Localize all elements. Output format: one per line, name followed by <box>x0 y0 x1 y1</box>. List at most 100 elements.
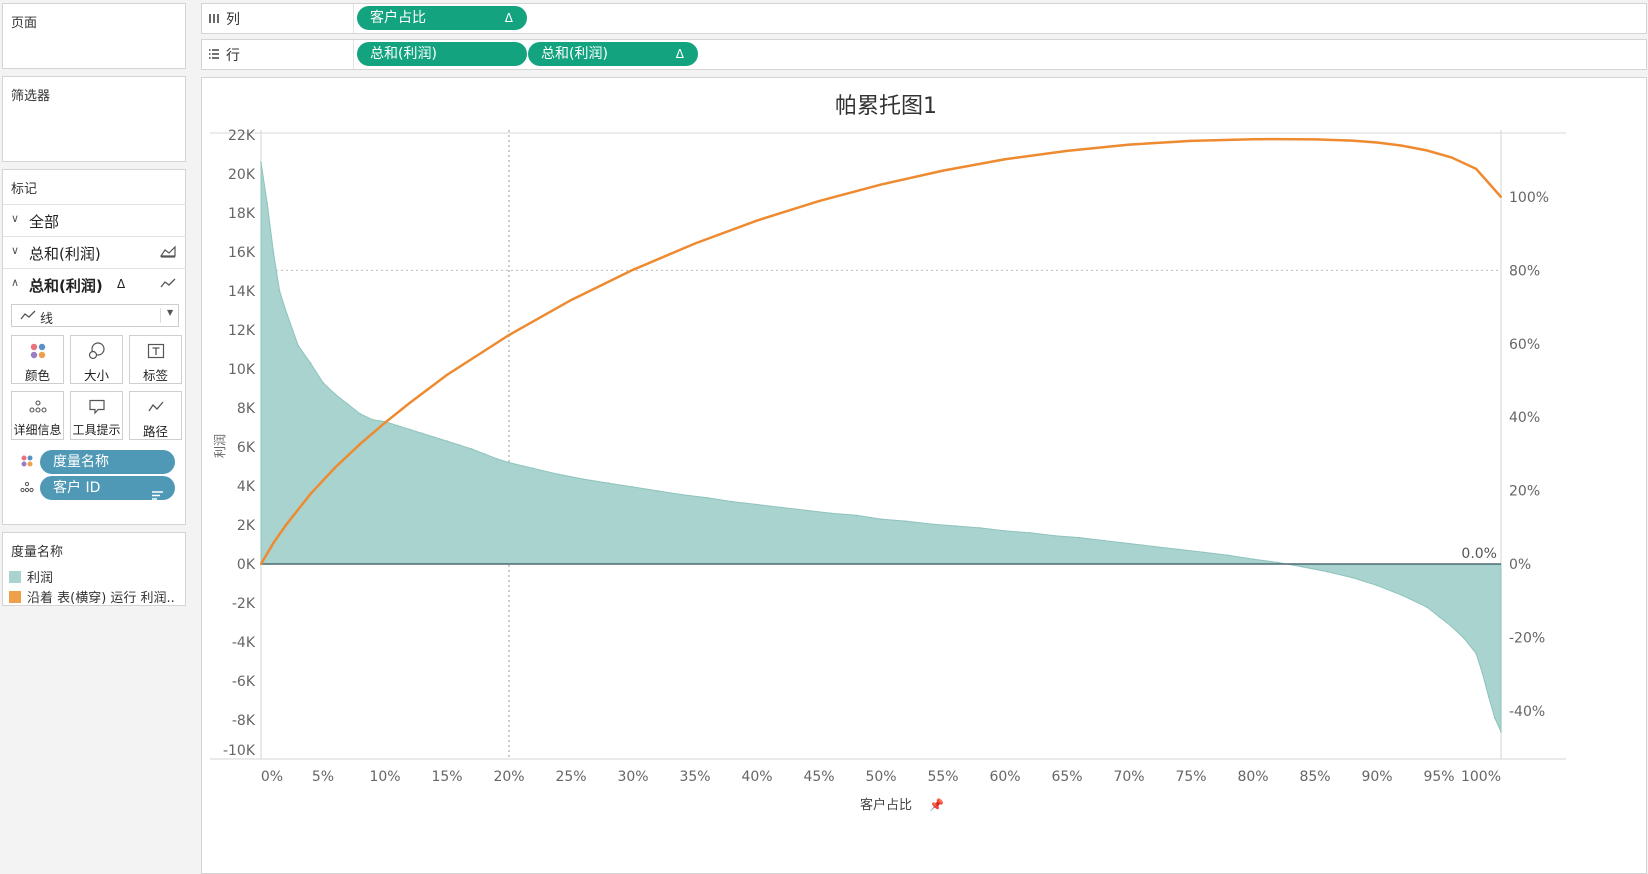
legend-item-profit[interactable]: 利润 <box>9 567 53 586</box>
detail-button[interactable]: 详细信息 <box>11 391 64 440</box>
y-tick-label: -6K <box>232 674 256 690</box>
profit-point <box>855 514 857 517</box>
x-tick-label: 0% <box>261 769 283 785</box>
size-button[interactable]: 大小 <box>70 335 123 384</box>
y-tick-label: 6K <box>237 440 256 456</box>
profit-point <box>1053 534 1056 537</box>
shelf-divider <box>353 40 354 69</box>
delta-icon: Δ <box>504 11 513 25</box>
profit-point <box>533 467 535 470</box>
profit-point <box>979 527 981 529</box>
profit-point <box>1500 730 1502 733</box>
legend-item-running-total[interactable]: 沿着 表(横穿) 运行 利润.. <box>9 587 175 606</box>
rows-shelf[interactable]: 行 总和(利润) 总和(利润) Δ <box>201 39 1647 70</box>
size-button-label: 大小 <box>83 368 109 383</box>
running-total-point <box>1425 149 1428 152</box>
profit-point <box>830 512 833 515</box>
profit-point <box>681 493 684 496</box>
x-tick-label: 45% <box>803 769 834 785</box>
running-total-point <box>942 169 944 172</box>
color-icon <box>12 342 63 360</box>
y-tick-label: -2K <box>232 596 256 612</box>
profit-pill[interactable]: 总和(利润) <box>357 42 527 66</box>
profit-running-pill[interactable]: 总和(利润) Δ <box>528 42 698 66</box>
columns-shelf[interactable]: 列 客户占比 Δ <box>201 3 1647 34</box>
pin-icon: 📌 <box>929 797 944 812</box>
profit-point <box>508 461 510 464</box>
x-tick-label: 10% <box>369 769 400 785</box>
customer-id-pill[interactable]: 客户 ID <box>40 476 175 500</box>
profit-point <box>396 424 399 427</box>
profit-point <box>632 486 634 488</box>
y2-tick-label: 20% <box>1509 484 1540 500</box>
profit-area <box>260 162 1502 732</box>
y-tick-label: 22K <box>228 128 256 144</box>
marks-row-profit-area[interactable]: ∨ 总和(利润) <box>3 236 186 268</box>
profit-point <box>334 393 337 396</box>
y2-tick-label: -20% <box>1509 630 1545 646</box>
end-value-label: 0.0% <box>1461 546 1497 562</box>
x-tick-label: 15% <box>431 769 462 785</box>
running-total-point <box>1190 139 1192 142</box>
running-total-point <box>260 563 262 565</box>
profit-point <box>1326 571 1329 573</box>
columns-label: 列 <box>226 12 240 28</box>
profit-point <box>1202 551 1205 554</box>
profit-point <box>1004 530 1006 532</box>
marks-row-label: 全部 <box>29 213 60 231</box>
running-total-point <box>1314 138 1316 141</box>
profit-point <box>458 444 461 446</box>
line-mark-icon <box>160 276 176 294</box>
profit-point <box>260 161 262 164</box>
x-tick-label: 40% <box>741 769 772 785</box>
running-total-point <box>1252 138 1254 141</box>
tooltip-button[interactable]: 工具提示 <box>70 391 123 440</box>
x-tick-label: 20% <box>493 769 524 785</box>
running-total-point <box>818 200 820 203</box>
x-tick-label: 50% <box>865 769 896 785</box>
y-tick-label: 12K <box>228 323 256 339</box>
marks-card: 标记 ∨ 全部 ∨ 总和(利润) ∧ 总和(利润) Δ 线 ▼ 颜色 大小 标签… <box>2 169 186 525</box>
path-button[interactable]: 路径 <box>129 391 182 440</box>
label-button[interactable]: 标签 <box>129 335 182 384</box>
chevron-down-icon: ∨ <box>11 212 20 225</box>
chart-title: 帕累托图1 <box>835 94 937 119</box>
marks-row-profit-line[interactable]: ∧ 总和(利润) Δ <box>3 268 186 300</box>
customer-ratio-pill[interactable]: 客户占比 Δ <box>357 6 527 30</box>
pill-label: 客户 ID <box>53 480 101 496</box>
profit-point <box>285 309 287 312</box>
shelf-divider <box>353 4 354 33</box>
running-total-point <box>570 299 572 302</box>
profit-point <box>347 403 349 405</box>
y2-tick-label: 40% <box>1509 410 1540 426</box>
mark-type-select[interactable]: 线 ▼ <box>11 304 179 327</box>
profit-point <box>1425 606 1428 608</box>
profit-point <box>272 251 275 253</box>
color-button[interactable]: 颜色 <box>11 335 64 384</box>
profit-point <box>266 202 268 205</box>
profit-point <box>1351 576 1353 579</box>
profit-point <box>1450 625 1453 628</box>
y-tick-label: -8K <box>232 713 256 729</box>
profit-point <box>359 413 361 415</box>
size-icon <box>71 342 122 360</box>
running-total-point <box>1450 156 1453 159</box>
profit-point <box>557 473 560 476</box>
plot-area: 22K 20K 18K 16K 14K 12K 10K 8K 6K 4K 2K 0K -2K -4K -6K… <box>210 128 1566 785</box>
running-total-point <box>1004 158 1006 161</box>
running-total-point <box>272 542 275 545</box>
profit-point <box>929 523 932 525</box>
x-tick-label: 95% <box>1423 769 1454 785</box>
y-tick-label: 16K <box>228 245 256 261</box>
measure-names-pill[interactable]: 度量名称 <box>40 450 175 474</box>
profit-point <box>309 362 312 364</box>
dropdown-divider <box>160 308 161 323</box>
marks-row-all[interactable]: ∨ 全部 <box>3 204 186 236</box>
filters-card[interactable]: 筛选器 <box>2 76 186 162</box>
path-icon <box>130 398 181 416</box>
rows-icon <box>208 48 220 64</box>
pages-card[interactable]: 页面 <box>2 3 186 69</box>
profit-point <box>322 381 324 384</box>
profit-point <box>433 436 436 439</box>
running-total-point <box>1351 139 1354 142</box>
